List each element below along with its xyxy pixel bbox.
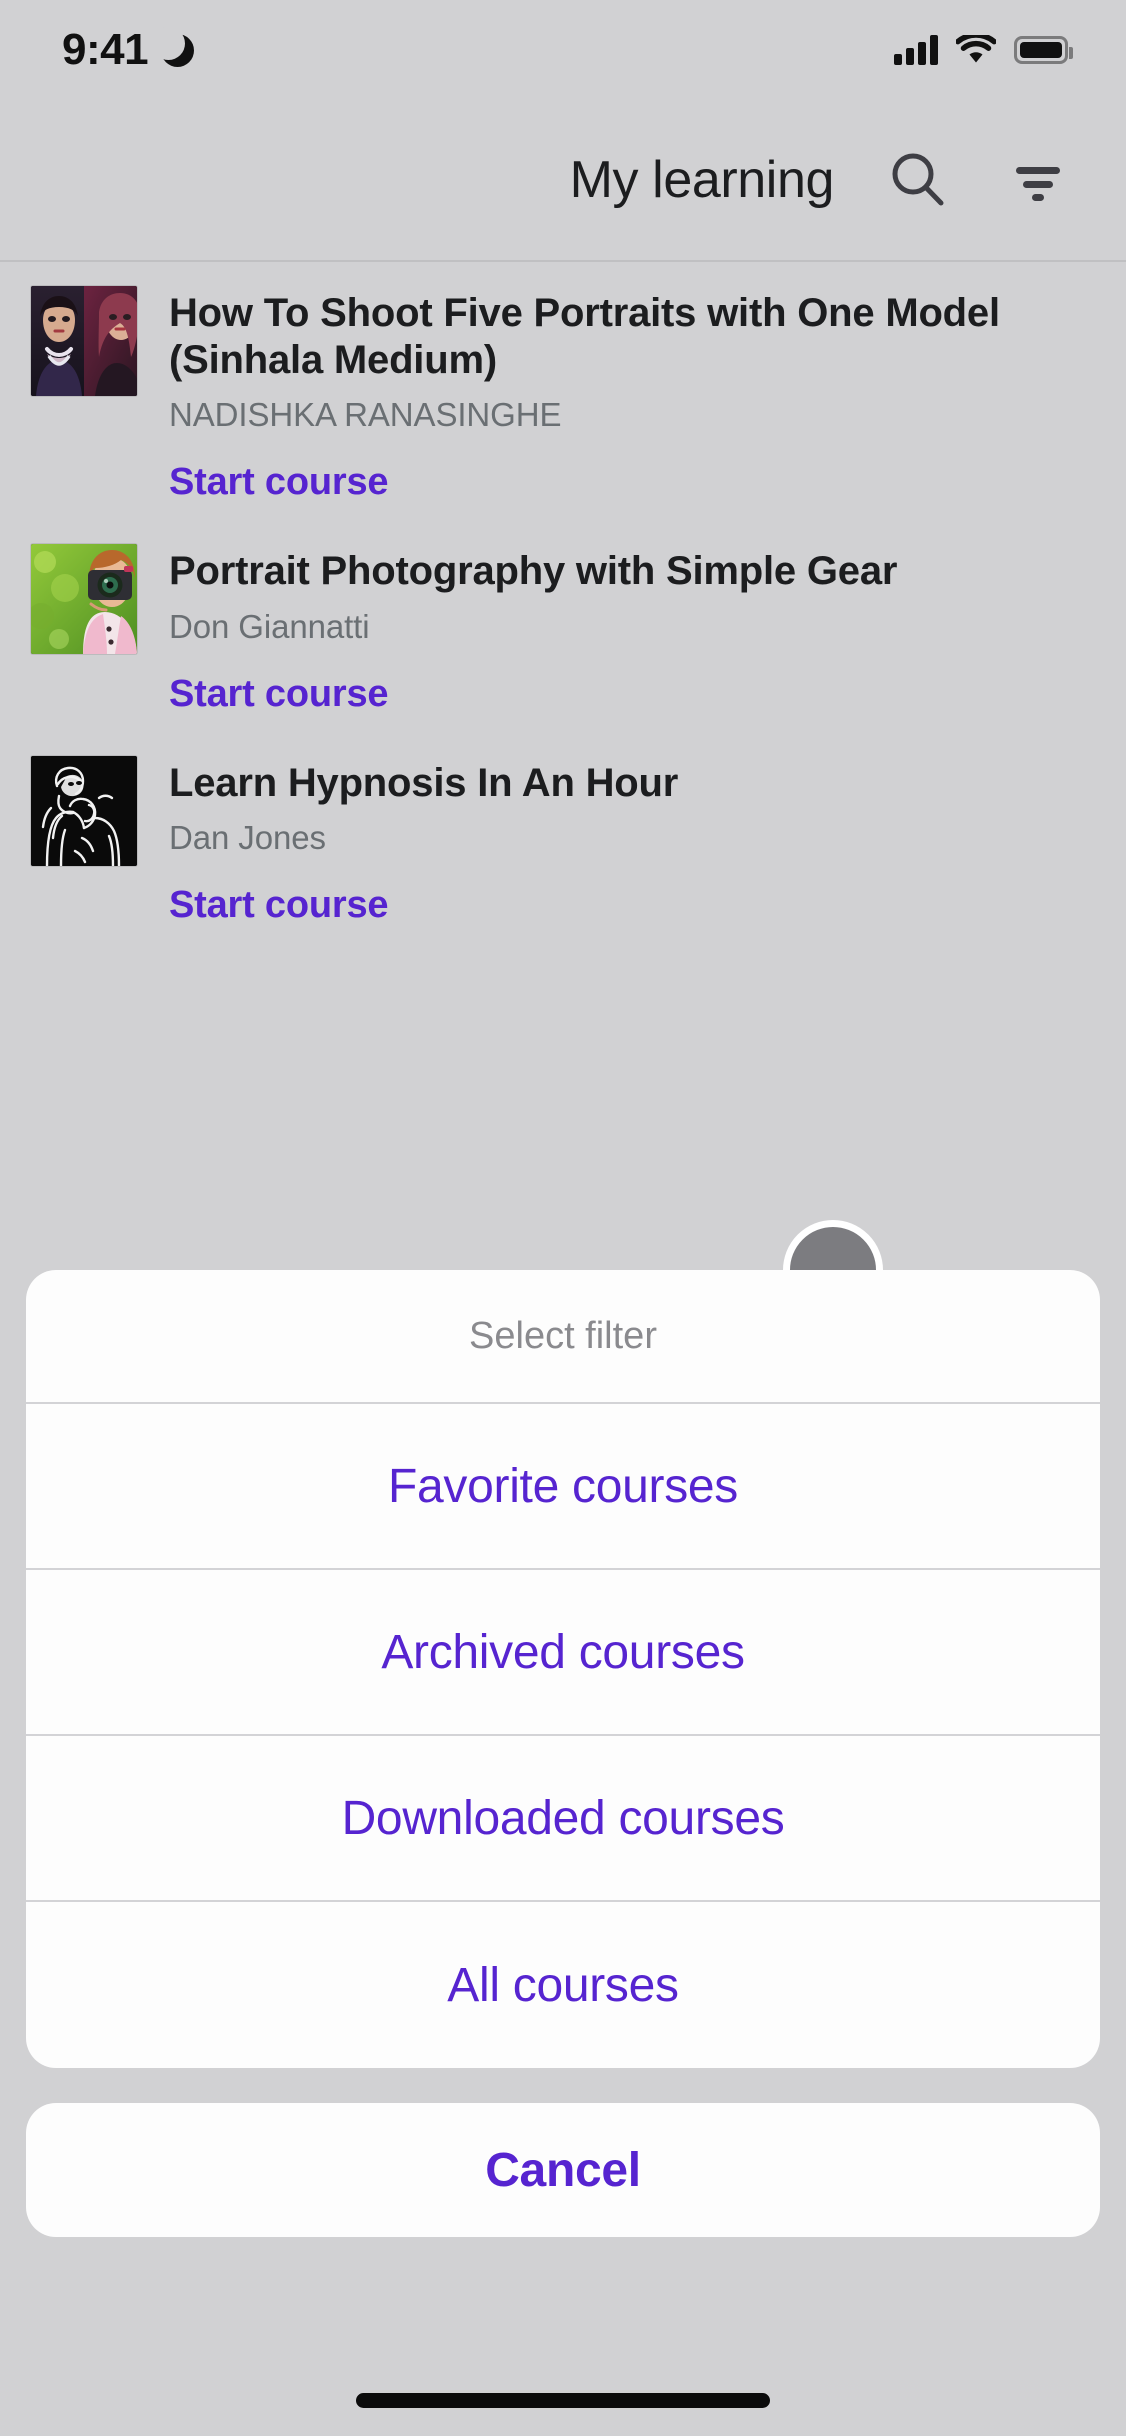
app-header: My learning xyxy=(0,100,1126,262)
start-course-button[interactable]: Start course xyxy=(169,884,389,927)
filter-icon[interactable] xyxy=(1002,144,1074,216)
course-list-item[interactable]: How To Shoot Five Portraits with One Mod… xyxy=(0,264,1126,522)
status-bar-time: 9:41 xyxy=(62,25,149,74)
status-bar: 9:41 xyxy=(0,0,1126,100)
start-course-button[interactable]: Start course xyxy=(169,461,389,504)
course-author: NADISHKA RANASINGHE xyxy=(169,396,562,434)
course-author: Dan Jones xyxy=(169,818,326,856)
cellular-signal-icon xyxy=(894,35,938,65)
moon-icon xyxy=(152,26,195,67)
status-bar-left: 9:41 xyxy=(62,25,195,75)
hypnosis-line-art-thumbnail xyxy=(31,755,137,866)
page-title: My learning xyxy=(569,151,835,209)
wifi-icon xyxy=(955,32,997,65)
course-list-item[interactable]: Learn Hypnosis In An Hour Dan Jones Star… xyxy=(0,734,1126,945)
course-list: How To Shoot Five Portraits with One Mod… xyxy=(0,264,1126,945)
course-author: Don Giannatti xyxy=(169,607,370,645)
cancel-button[interactable]: Cancel xyxy=(26,2103,1100,2237)
course-info: Portrait Photography with Simple Gear Do… xyxy=(169,544,1086,715)
course-list-item[interactable]: Portrait Photography with Simple Gear Do… xyxy=(0,522,1126,733)
filter-option-downloaded-courses[interactable]: Downloaded courses xyxy=(26,1736,1100,1902)
home-indicator-bar xyxy=(356,2393,770,2408)
filter-action-sheet: Select filter Favorite courses Archived … xyxy=(26,1270,1100,2068)
search-icon[interactable] xyxy=(882,144,954,216)
filter-option-all-courses[interactable]: All courses xyxy=(26,1902,1100,2068)
cancel-button-label: Cancel xyxy=(485,2143,641,2197)
two-women-portrait-thumbnail xyxy=(31,286,137,396)
filter-option-favorite-courses[interactable]: Favorite courses xyxy=(26,1404,1100,1570)
battery-full-icon xyxy=(1014,36,1073,64)
action-sheet-title: Select filter xyxy=(26,1270,1100,1404)
course-title: Portrait Photography with Simple Gear xyxy=(169,549,898,594)
course-info: Learn Hypnosis In An Hour Dan Jones Star… xyxy=(169,756,1086,927)
course-title: Learn Hypnosis In An Hour xyxy=(169,760,679,805)
woman-with-camera-thumbnail xyxy=(31,544,137,655)
filter-option-archived-courses[interactable]: Archived courses xyxy=(26,1570,1100,1736)
status-bar-right xyxy=(894,32,1073,65)
course-info: How To Shoot Five Portraits with One Mod… xyxy=(169,286,1086,504)
start-course-button[interactable]: Start course xyxy=(169,673,389,716)
course-title: How To Shoot Five Portraits with One Mod… xyxy=(169,291,1000,383)
